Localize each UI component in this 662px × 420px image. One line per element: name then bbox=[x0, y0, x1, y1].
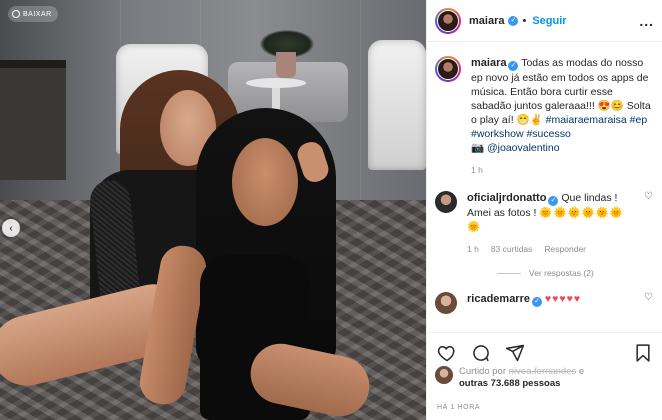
verified-badge-icon: ✓ bbox=[548, 196, 559, 206]
liked-by-user[interactable]: nivea.fernandes bbox=[509, 366, 577, 377]
verified-badge-icon: ✓ bbox=[508, 61, 519, 71]
caption-time[interactable]: 1 h bbox=[471, 163, 483, 177]
comment-time[interactable]: 1 h bbox=[467, 242, 479, 256]
caption-meta: 1 h bbox=[471, 163, 653, 177]
follow-button[interactable]: Seguir bbox=[532, 15, 566, 27]
comment-like-heart-icon[interactable]: ♡ bbox=[644, 292, 653, 314]
heart-icon[interactable] bbox=[437, 343, 457, 363]
caption-mention[interactable]: @joaovalentino bbox=[487, 142, 560, 154]
comment-item: ricademarre ✓ ♥♥♥♥♥ ♡ bbox=[435, 292, 653, 314]
comment-avatar[interactable] bbox=[435, 191, 457, 213]
comment-body: oficialjrdonatto ✓ Que lindas ! Amei as f… bbox=[467, 191, 634, 256]
share-icon[interactable] bbox=[505, 343, 525, 363]
photo-plant-pot bbox=[276, 52, 296, 78]
comment-icon[interactable] bbox=[471, 343, 491, 363]
comment-item: oficialjrdonatto ✓ Que lindas ! Amei as f… bbox=[435, 191, 653, 256]
download-chip[interactable]: BAIXAR bbox=[8, 6, 58, 22]
replies-line bbox=[497, 272, 521, 274]
download-label: BAIXAR bbox=[23, 10, 52, 18]
verified-badge-icon: ✓ bbox=[532, 297, 542, 307]
photo-chair-right bbox=[368, 40, 426, 170]
comment-avatar[interactable] bbox=[435, 292, 457, 314]
comment-like-heart-icon[interactable]: ♡ bbox=[644, 191, 653, 256]
photo-table bbox=[246, 78, 306, 88]
comment-body: ricademarre ✓ ♥♥♥♥♥ bbox=[467, 292, 634, 314]
caption-username[interactable]: maiara bbox=[471, 57, 506, 69]
author-avatar[interactable] bbox=[435, 7, 461, 34]
caption-avatar[interactable] bbox=[435, 56, 461, 82]
more-options-icon[interactable]: ... bbox=[639, 13, 654, 29]
comments-list[interactable]: maiara ✓ Todas as modas do nosso ep novo … bbox=[427, 42, 662, 332]
likes-summary: Curtido por nivea.fernandes e outras 73.… bbox=[435, 366, 655, 390]
caption: maiara ✓ Todas as modas do nosso ep novo … bbox=[435, 56, 653, 177]
comment-emojis: ♥♥♥♥♥ bbox=[544, 293, 582, 305]
photo-shelf bbox=[0, 60, 66, 180]
chevron-left-icon: ‹ bbox=[9, 222, 13, 234]
comment-meta: 1 h 83 curtidas Responder bbox=[467, 242, 634, 256]
liker-avatar[interactable] bbox=[435, 366, 453, 384]
photo-woman-right-face bbox=[232, 138, 298, 226]
post-side-panel: maiara ✓ • Seguir ... maiara ✓ Todas as m… bbox=[426, 0, 662, 420]
follow-separator: • bbox=[522, 14, 527, 27]
post-timestamp[interactable]: HÁ 1 HORA bbox=[437, 404, 480, 411]
view-replies-label: Ver respostas (2) bbox=[529, 268, 594, 278]
post-photo[interactable]: BAIXAR ‹ bbox=[0, 0, 426, 420]
reply-button[interactable]: Responder bbox=[544, 242, 586, 256]
verified-badge-icon: ✓ bbox=[508, 15, 519, 26]
comment-likes[interactable]: 83 curtidas bbox=[491, 242, 533, 256]
bookmark-icon[interactable] bbox=[633, 343, 653, 363]
photo-shelf-top bbox=[0, 60, 66, 68]
author-block: maiara ✓ • Seguir bbox=[469, 15, 567, 27]
previous-photo-button[interactable]: ‹ bbox=[2, 219, 20, 237]
comment-username[interactable]: oficialjrdonatto bbox=[467, 192, 546, 204]
caption-body: maiara ✓ Todas as modas do nosso ep novo … bbox=[471, 56, 653, 177]
camera-emoji: 📷 bbox=[471, 142, 485, 154]
post-header: maiara ✓ • Seguir ... bbox=[427, 0, 662, 42]
author-username[interactable]: maiara bbox=[469, 15, 504, 27]
comment-username[interactable]: ricademarre bbox=[467, 293, 530, 305]
likes-others[interactable]: outras 73.688 pessoas bbox=[459, 378, 560, 389]
likes-text: Curtido por nivea.fernandes e outras 73.… bbox=[459, 366, 584, 390]
likes-and-label: e bbox=[578, 366, 585, 377]
liked-by-label: Curtido por bbox=[459, 366, 506, 377]
view-replies-button[interactable]: Ver respostas (2) bbox=[497, 268, 653, 278]
download-icon bbox=[12, 10, 20, 18]
